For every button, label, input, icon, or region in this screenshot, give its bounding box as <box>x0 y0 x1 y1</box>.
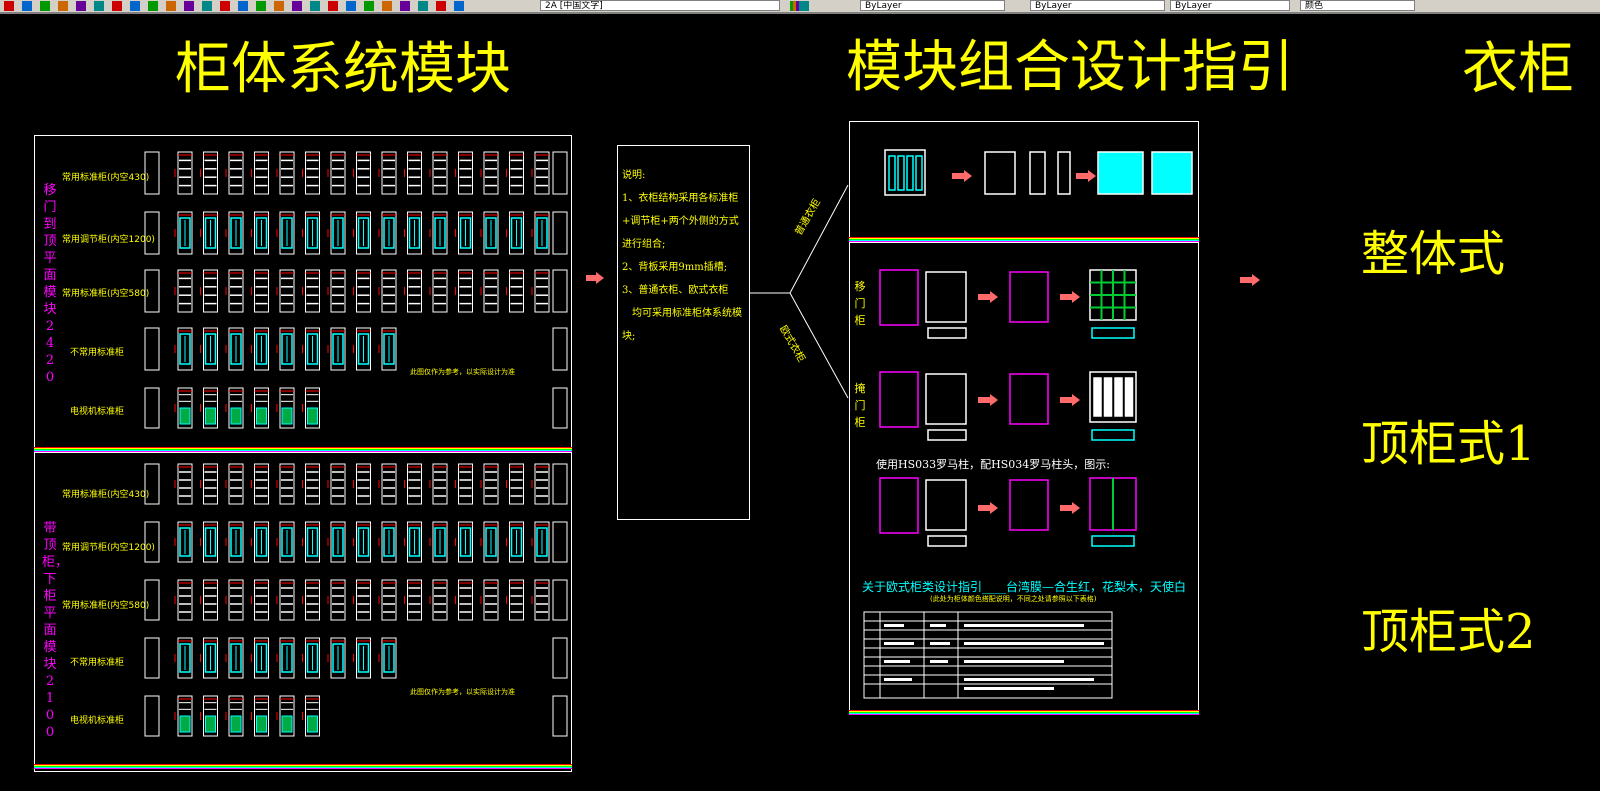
flow-arrow <box>1240 277 1252 283</box>
layout-option-top-cabinet-1: 顶柜式1 <box>1361 416 1536 472</box>
guide-table <box>863 611 1113 699</box>
layout-option-top-cabinet-2: 顶柜式2 <box>1361 604 1536 660</box>
layout-option-integral: 整体式 <box>1361 226 1506 282</box>
flow-arrow-head <box>1252 274 1260 286</box>
